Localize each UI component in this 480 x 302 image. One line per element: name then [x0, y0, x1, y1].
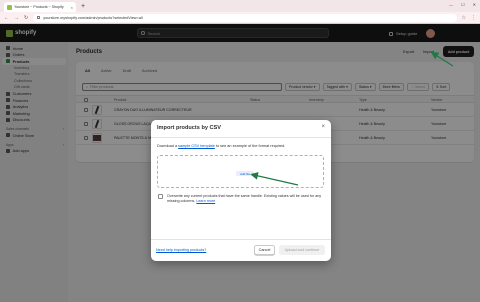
help-importing-link[interactable]: Need help importing products?	[156, 248, 206, 252]
url-field[interactable]: yourstore.myshopify.com/admin/products?s…	[33, 13, 457, 22]
menu-icon[interactable]: ⋮	[471, 15, 476, 21]
back-icon[interactable]: ←	[4, 15, 9, 21]
browser-tab-bar: Yourstore ~ Products ~ Shopify × + — ☐ ✕	[0, 0, 480, 12]
tab-close-icon[interactable]: ×	[71, 5, 73, 10]
maximize-icon[interactable]: ☐	[461, 2, 465, 7]
cancel-button[interactable]: Cancel	[254, 245, 275, 255]
download-instructions: Download a sample CSV template to see an…	[157, 144, 285, 148]
download-prefix: Download a	[157, 144, 179, 148]
sample-csv-link[interactable]: sample CSV template	[178, 144, 215, 148]
learn-more-link[interactable]: Learn more	[196, 199, 215, 203]
reload-icon[interactable]: ↻	[24, 15, 28, 21]
new-tab-button[interactable]: +	[81, 3, 85, 10]
close-icon[interactable]: ×	[321, 124, 325, 130]
forward-icon[interactable]: →	[14, 15, 19, 21]
overwrite-text: Overwrite any current products that have…	[167, 193, 322, 203]
close-window-icon[interactable]: ✕	[473, 2, 476, 7]
import-csv-modal: Import products by CSV × Download a samp…	[151, 120, 331, 261]
lock-icon	[37, 16, 41, 19]
modal-divider	[151, 137, 331, 138]
add-file-button[interactable]: Add file	[236, 171, 254, 176]
browser-tab[interactable]: Yourstore ~ Products ~ Shopify ×	[4, 2, 76, 12]
address-bar: ← → ↻ yourstore.myshopify.com/admin/prod…	[0, 12, 480, 24]
minimize-icon[interactable]: —	[449, 2, 453, 7]
overwrite-label: Overwrite any current products that have…	[167, 194, 325, 204]
window-controls: — ☐ ✕	[449, 2, 476, 7]
download-suffix: to see an example of the format required…	[214, 144, 286, 148]
file-dropzone[interactable]: Add file	[157, 155, 324, 188]
star-icon[interactable]: ☆	[462, 15, 466, 21]
url-text: yourstore.myshopify.com/admin/products?s…	[43, 15, 143, 20]
shopify-favicon-icon	[7, 4, 12, 10]
upload-and-continue-button[interactable]: Upload and continue	[279, 245, 325, 255]
modal-divider	[151, 239, 331, 240]
overwrite-checkbox[interactable]	[158, 194, 163, 199]
modal-title: Import products by CSV	[157, 125, 222, 131]
tab-title: Yourstore ~ Products ~ Shopify	[14, 5, 64, 9]
browser-toolbar-icons: ☆ ⋮	[462, 15, 476, 21]
